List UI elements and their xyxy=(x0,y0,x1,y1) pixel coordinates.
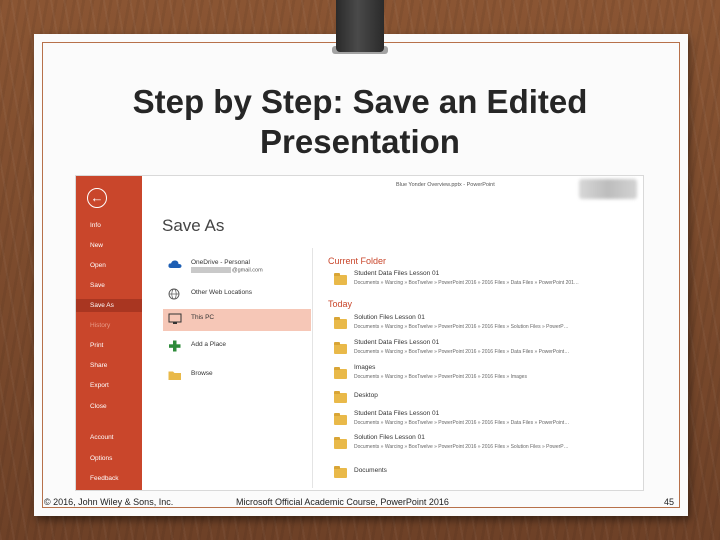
folder-icon xyxy=(334,391,347,403)
folder-name: Solution Files Lesson 01 xyxy=(354,434,425,441)
location-label: This PC xyxy=(191,314,215,321)
folder-item[interactable]: Desktop xyxy=(328,387,628,409)
cloud-icon xyxy=(168,260,182,268)
blurred-profile-area xyxy=(579,179,637,199)
sidebar-item-new[interactable]: New xyxy=(90,242,103,249)
globe-icon xyxy=(168,288,180,300)
folder-name: Desktop xyxy=(354,392,378,399)
sidebar-item-print[interactable]: Print xyxy=(90,342,103,349)
folder-path: Documents » Warcing » BoxTwelve » PowerP… xyxy=(354,349,570,355)
folder-path: Documents » Warcing » BoxTwelve » PowerP… xyxy=(354,420,570,426)
footer-course: Microsoft Official Academic Course, Powe… xyxy=(236,497,449,507)
folder-item[interactable]: Student Data Files Lesson 01 Documents »… xyxy=(328,338,628,360)
folder-item[interactable]: Student Data Files Lesson 01 Documents »… xyxy=(328,269,628,291)
slide-title-line-1: Step by Step: Save an Edited xyxy=(132,83,588,120)
powerpoint-save-as-screenshot: ← Info New Open Save Save As History Pri… xyxy=(75,175,644,491)
folder-name: Documents xyxy=(354,467,387,474)
window-title: Blue Yonder Overview.pptx - PowerPoint xyxy=(396,182,495,188)
location-account: @gmail.com xyxy=(191,267,263,273)
folder-item[interactable]: Documents xyxy=(328,462,628,484)
folder-path: Documents » Warcing » BoxTwelve » PowerP… xyxy=(354,374,527,380)
location-onedrive[interactable]: OneDrive - Personal @gmail.com xyxy=(163,254,311,276)
current-folder-heading: Current Folder xyxy=(328,256,387,266)
folder-icon xyxy=(334,367,347,379)
folder-item[interactable]: Solution Files Lesson 01 Documents » War… xyxy=(328,313,628,335)
location-browse[interactable]: Browse xyxy=(163,365,311,387)
folder-item[interactable]: Solution Files Lesson 01 Documents » War… xyxy=(328,433,628,455)
sidebar-item-account[interactable]: Account xyxy=(90,434,114,441)
sidebar-item-options[interactable]: Options xyxy=(90,455,112,462)
folder-path: Documents » Warcing » BoxTwelve » PowerP… xyxy=(354,444,569,450)
slide-title-line-2: Presentation xyxy=(260,123,460,160)
location-label: Browse xyxy=(191,370,213,377)
folder-name: Student Data Files Lesson 01 xyxy=(354,339,440,346)
sidebar-item-export[interactable]: Export xyxy=(90,382,109,389)
location-other-web[interactable]: Other Web Locations xyxy=(163,284,311,306)
sidebar-item-save[interactable]: Save xyxy=(90,282,105,289)
footer-copyright: © 2016, John Wiley & Sons, Inc. xyxy=(44,497,174,507)
today-heading: Today xyxy=(328,299,353,309)
sidebar-item-feedback[interactable]: Feedback xyxy=(90,475,119,482)
sidebar-item-close[interactable]: Close xyxy=(90,403,107,410)
folder-icon xyxy=(334,413,347,425)
binder-clip xyxy=(336,0,384,52)
folder-icon xyxy=(168,371,181,380)
folder-name: Solution Files Lesson 01 xyxy=(354,314,425,321)
folder-item[interactable]: Images Documents » Warcing » BoxTwelve »… xyxy=(328,363,628,385)
folder-icon xyxy=(334,437,347,449)
back-arrow-icon[interactable]: ← xyxy=(87,188,107,208)
sidebar-item-save-as[interactable]: Save As xyxy=(76,299,142,312)
sidebar-item-share[interactable]: Share xyxy=(90,362,107,369)
pane-divider xyxy=(312,248,313,488)
computer-icon xyxy=(168,313,182,324)
folder-item[interactable]: Student Data Files Lesson 01 Documents »… xyxy=(328,409,628,431)
folder-icon xyxy=(334,466,347,478)
plus-icon xyxy=(169,340,181,352)
folder-name: Student Data Files Lesson 01 xyxy=(354,410,440,417)
save-as-heading: Save As xyxy=(162,216,225,235)
folder-icon xyxy=(334,317,347,329)
location-label: OneDrive - Personal xyxy=(191,259,250,266)
folder-name: Student Data Files Lesson 01 xyxy=(354,270,440,277)
folder-path: Documents » Warcing » BoxTwelve » PowerP… xyxy=(354,280,579,286)
location-label: Add a Place xyxy=(191,341,227,348)
folder-path: Documents » Warcing » BoxTwelve » PowerP… xyxy=(354,324,569,330)
page-number: 45 xyxy=(664,497,675,507)
location-add-place[interactable]: Add a Place xyxy=(163,336,311,358)
folder-icon xyxy=(334,342,347,354)
backstage-sidebar: ← Info New Open Save Save As History Pri… xyxy=(76,176,142,490)
folder-icon xyxy=(334,273,347,285)
folder-name: Images xyxy=(354,364,376,371)
sidebar-item-history[interactable]: History xyxy=(90,322,110,329)
location-this-pc[interactable]: This PC xyxy=(163,309,311,331)
sidebar-item-open[interactable]: Open xyxy=(90,262,106,269)
slide-title: Step by Step: Save an Edited Presentatio… xyxy=(40,82,680,162)
location-label: Other Web Locations xyxy=(191,289,252,296)
sidebar-item-info[interactable]: Info xyxy=(90,222,101,229)
redacted-email xyxy=(191,267,231,273)
location-account-domain: @gmail.com xyxy=(232,267,263,274)
